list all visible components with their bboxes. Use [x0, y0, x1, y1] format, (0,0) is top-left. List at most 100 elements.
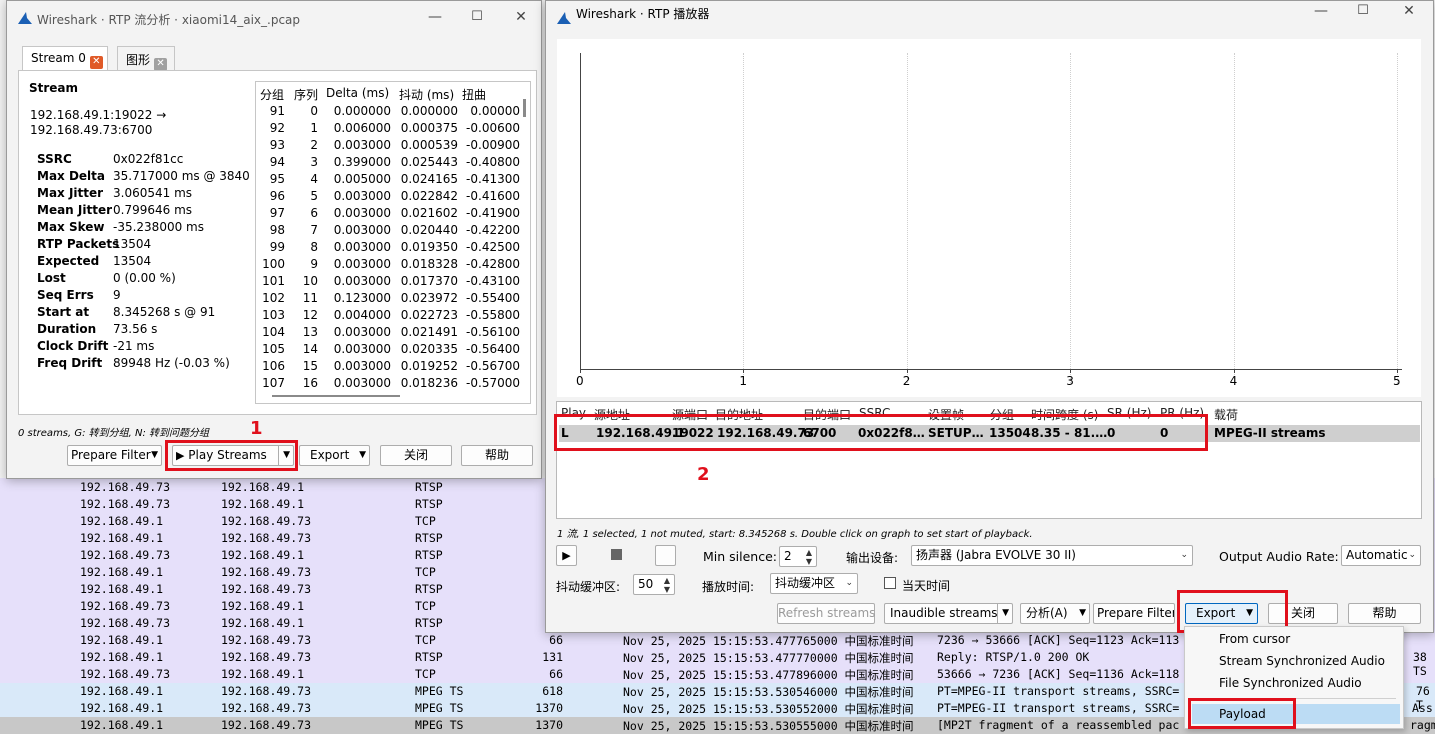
waveform-graph[interactable]: 012345 ⌃: [557, 39, 1421, 412]
output-device-select[interactable]: 扬声器 (Jabra EVOLVE 30 II) ⌄: [911, 545, 1193, 566]
play-icon: ▶: [562, 549, 571, 562]
table-cell: 0.000000: [333, 104, 391, 118]
maximize-icon[interactable]: ☐: [469, 9, 485, 25]
maximize-icon[interactable]: ☐: [1355, 3, 1371, 19]
table-cell: 0.025443: [400, 155, 458, 169]
spin-arrows-icon[interactable]: ▲ ▼: [806, 548, 812, 566]
table-cell: 107: [262, 376, 285, 390]
min-silence-spinbox[interactable]: 2 ▲ ▼: [779, 546, 817, 567]
table-row[interactable]: 105 14 0.003000 0.020335 -0.56400: [256, 341, 526, 358]
tab-graph[interactable]: 图形 ✕: [117, 46, 175, 71]
prepare-filter-button[interactable]: Prepare Filter ▼: [67, 445, 162, 466]
stream-address-dst: 192.168.49.73:6700: [30, 123, 153, 137]
grid-line: [1233, 53, 1235, 385]
table-cell: 0.023972: [400, 291, 458, 305]
packet-src: 192.168.49.73: [80, 667, 171, 681]
minimize-icon[interactable]: —: [427, 9, 443, 25]
refresh-streams-button[interactable]: Refresh streams: [777, 603, 875, 624]
pause-button[interactable]: [655, 545, 676, 566]
output-rate-select[interactable]: Automatic ⌄: [1341, 545, 1421, 566]
packet-src: 192.168.49.1: [80, 650, 164, 664]
menu-item-file-synchronized-audio[interactable]: File Synchronized Audio: [1219, 676, 1362, 690]
packet-stats-table[interactable]: 分组 序列 Delta (ms) 抖动 (ms) 扭曲 91 0 0.000000 0…: [255, 81, 531, 404]
prepare-filter-button[interactable]: Prepare Filter: [1093, 603, 1175, 624]
inaudible-streams-button[interactable]: Inaudible streams ▼: [884, 603, 1013, 624]
table-cell: -0.55400: [466, 291, 520, 305]
table-row[interactable]: 95 4 0.005000 0.024165 -0.41300: [256, 171, 526, 188]
table-cell: 3: [310, 155, 318, 169]
play-time-select[interactable]: 抖动缓冲区 ⌄: [770, 573, 858, 594]
tab-stream-0[interactable]: Stream 0 ✕: [22, 46, 108, 70]
table-row[interactable]: 100 9 0.003000 0.018328 -0.42800: [256, 256, 526, 273]
today-checkbox[interactable]: [884, 577, 896, 589]
table-row[interactable]: 103 12 0.004000 0.022723 -0.55800: [256, 307, 526, 324]
table-cell: 96: [269, 189, 285, 203]
packet-proto: TCP: [415, 667, 436, 681]
play-time-label: 播放时间:: [702, 580, 755, 594]
minimize-icon[interactable]: —: [1313, 3, 1329, 19]
play-button[interactable]: ▶: [556, 545, 577, 566]
packet-proto: RTSP: [415, 480, 443, 494]
packet-time: Nov 25, 2025 15:15:53.477765000 中国标准时间: [623, 634, 914, 648]
packet-src: 192.168.49.1: [80, 531, 164, 545]
rtp-stream-analysis-window: Wireshark · RTP 流分析 · xiaomi14_aix_.pcap…: [6, 0, 542, 479]
column-header[interactable]: 序列: [294, 86, 318, 103]
table-row[interactable]: 99 8 0.003000 0.019350 -0.42500: [256, 239, 526, 256]
table-row[interactable]: 97 6 0.003000 0.021602 -0.41900: [256, 205, 526, 222]
table-cell: 0.022723: [400, 308, 458, 322]
close-icon[interactable]: ✕: [513, 9, 529, 25]
x-tick-label: 3: [1066, 374, 1074, 388]
table-cell: -0.00900: [466, 138, 520, 152]
table-cell: 12: [302, 308, 318, 322]
chevron-down-icon: ⌄: [1180, 550, 1188, 560]
column-header[interactable]: Delta (ms): [326, 86, 389, 100]
table-cell: -0.57000: [466, 376, 520, 390]
spin-arrows-icon[interactable]: ▲ ▼: [664, 576, 670, 594]
table-row[interactable]: 94 3 0.399000 0.025443 -0.40800: [256, 154, 526, 171]
column-header[interactable]: 载荷: [1214, 406, 1238, 423]
packet-dst: 192.168.49.1: [221, 616, 305, 630]
packet-proto: RTSP: [415, 497, 443, 511]
help-button[interactable]: 帮助: [461, 445, 533, 466]
stop-button[interactable]: [604, 545, 628, 566]
horizontal-scrollbar[interactable]: [272, 395, 400, 397]
table-cell: -0.40800: [466, 155, 520, 169]
stat-label: Mean Jitter: [37, 203, 113, 217]
menu-item-from-cursor[interactable]: From cursor: [1219, 632, 1290, 646]
packet-info: 53666 → 7236 [ACK] Seq=1136 Ack=118: [937, 667, 1180, 681]
table-row[interactable]: 91 0 0.000000 0.000000 0.00000: [256, 103, 526, 120]
stat-value: 35.717000 ms @ 3840: [113, 169, 250, 183]
output-rate-label: Output Audio Rate:: [1219, 549, 1339, 564]
table-cell: -0.41600: [466, 189, 520, 203]
table-row[interactable]: 107 16 0.003000 0.018236 -0.57000: [256, 375, 526, 392]
table-cell: 0.003000: [333, 223, 391, 237]
close-button[interactable]: 关闭: [380, 445, 452, 466]
export-button[interactable]: Export ▼: [299, 445, 370, 466]
table-row[interactable]: 102 11 0.123000 0.023972 -0.55400: [256, 290, 526, 307]
tab-close-icon[interactable]: ✕: [89, 56, 103, 69]
table-cell: 0.019350: [400, 240, 458, 254]
table-cell: 0.003000: [333, 359, 391, 373]
vertical-scrollbar[interactable]: [523, 99, 526, 117]
analyze-button[interactable]: 分析(A) ▼: [1020, 603, 1090, 624]
jitter-buffer-spinbox[interactable]: 50 ▲ ▼: [633, 574, 675, 595]
table-row[interactable]: 106 15 0.003000 0.019252 -0.56700: [256, 358, 526, 375]
column-header[interactable]: 抖动 (ms): [399, 86, 454, 103]
stat-label: Max Delta: [37, 169, 106, 183]
help-button[interactable]: 帮助: [1348, 603, 1421, 624]
table-row[interactable]: 93 2 0.003000 0.000539 -0.00900: [256, 137, 526, 154]
column-header[interactable]: 分组: [260, 86, 284, 103]
menu-item-stream-synchronized-audio[interactable]: Stream Synchronized Audio: [1219, 654, 1385, 668]
table-row[interactable]: 96 5 0.003000 0.022842 -0.41600: [256, 188, 526, 205]
packet-dst: 192.168.49.1: [221, 599, 305, 613]
column-header[interactable]: 扭曲: [462, 86, 486, 103]
table-cell: 0.003000: [333, 206, 391, 220]
dropdown-arrow-icon[interactable]: ▼: [1002, 604, 1009, 623]
table-row[interactable]: 98 7 0.003000 0.020440 -0.42200: [256, 222, 526, 239]
packet-proto: MPEG TS: [415, 701, 464, 715]
table-row[interactable]: 92 1 0.006000 0.000375 -0.00600: [256, 120, 526, 137]
close-icon[interactable]: ✕: [1401, 3, 1417, 19]
table-row[interactable]: 101 10 0.003000 0.017370 -0.43100: [256, 273, 526, 290]
table-cell: -0.56100: [466, 325, 520, 339]
table-row[interactable]: 104 13 0.003000 0.021491 -0.56100: [256, 324, 526, 341]
